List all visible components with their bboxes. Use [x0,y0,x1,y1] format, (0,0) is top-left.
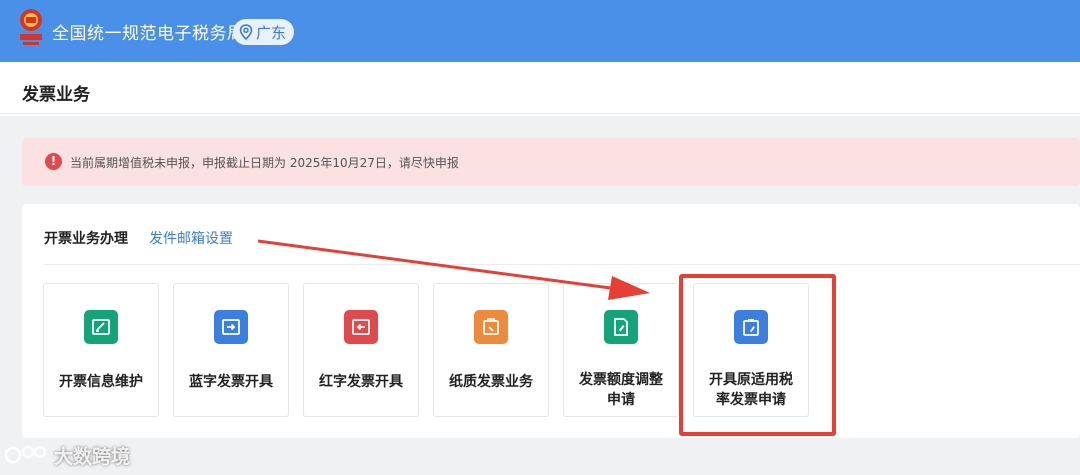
annotation-arrow-icon [257,239,650,300]
watermark: 大数跨境 [4,440,130,470]
watermark-logo-icon [4,445,47,464]
watermark-text: 大数跨境 [54,445,131,468]
